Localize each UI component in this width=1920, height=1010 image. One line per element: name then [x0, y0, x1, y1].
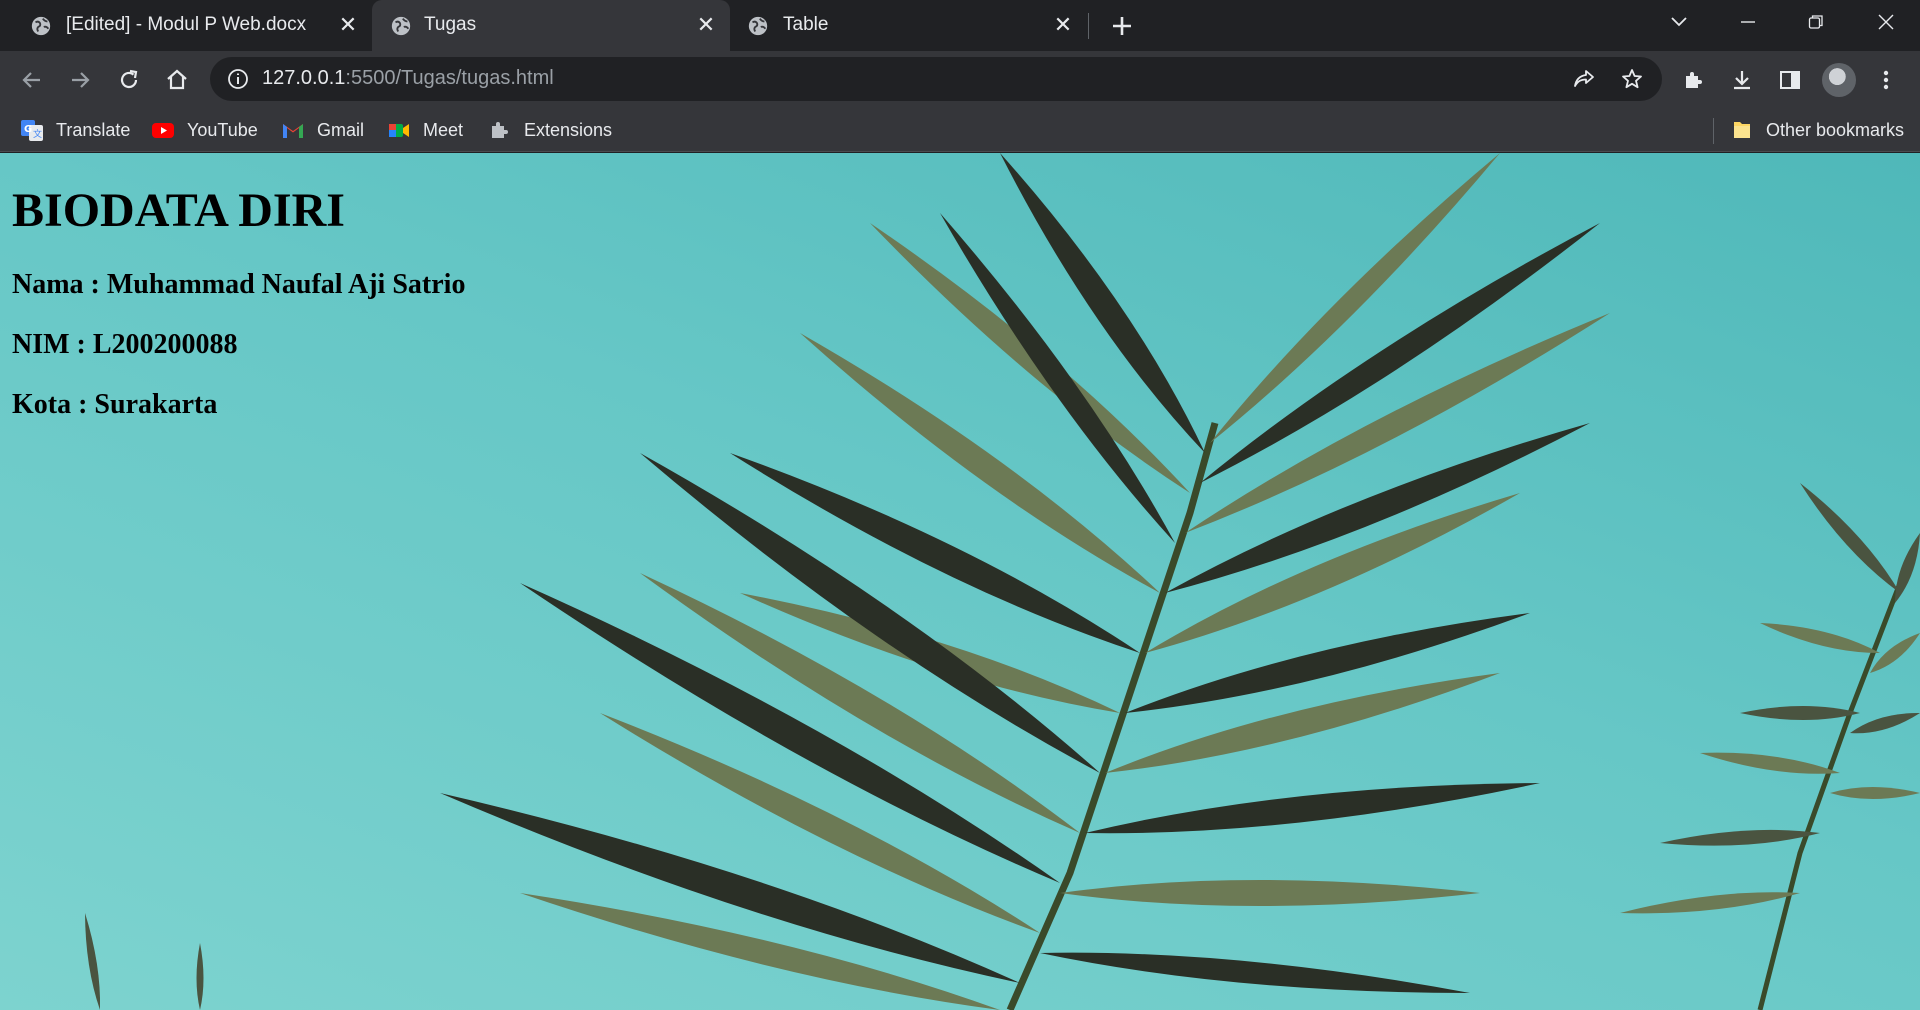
info-icon[interactable] — [226, 67, 250, 91]
close-tab-icon[interactable]: ✕ — [1050, 12, 1076, 38]
kebab-menu-icon — [1883, 70, 1889, 90]
bookmarks-bar: G 文 Translate YouTube Gmail Meet Extensi… — [0, 108, 1920, 152]
menu-button[interactable] — [1869, 63, 1903, 97]
download-icon — [1734, 71, 1750, 90]
minimize-icon — [1741, 21, 1755, 23]
bookmark-meet[interactable]: Meet — [387, 116, 463, 144]
bookmark-translate[interactable]: G 文 Translate — [20, 116, 130, 144]
tab-title: [Edited] - Modul P Web.docx — [66, 14, 307, 35]
nim-text: NIM : L200200088 — [12, 329, 238, 360]
bookmark-youtube[interactable]: YouTube — [151, 116, 258, 144]
new-tab-button[interactable] — [1106, 10, 1138, 42]
page-content: BIODATA DIRI Nama : Muhammad Naufal Aji … — [12, 187, 465, 451]
svg-text:G: G — [24, 124, 32, 135]
chevron-down-icon — [1671, 17, 1687, 27]
share-button[interactable] — [1570, 65, 1598, 93]
restore-button[interactable] — [1788, 0, 1844, 44]
globe-icon — [391, 16, 411, 36]
tab-separator — [1088, 13, 1089, 39]
close-window-button[interactable] — [1858, 0, 1914, 44]
downloads-button[interactable] — [1725, 63, 1759, 97]
restore-icon — [1808, 15, 1823, 29]
plus-icon — [1113, 17, 1131, 35]
tab-table[interactable]: Table ✕ — [732, 0, 1084, 51]
svg-text:文: 文 — [33, 128, 42, 140]
arrow-left-icon — [22, 72, 40, 88]
page-title: BIODATA DIRI — [12, 184, 345, 237]
address-bar[interactable]: 127.0.0.1:5500/Tugas/tugas.html — [210, 57, 1662, 101]
gmail-icon — [281, 118, 305, 142]
bookmark-label: Translate — [56, 119, 131, 140]
tab-title: Tugas — [424, 14, 477, 35]
forward-button[interactable] — [63, 63, 97, 97]
star-icon — [1622, 69, 1642, 89]
kota-text: Kota : Surakarta — [12, 389, 218, 420]
bookmark-label: Gmail — [317, 119, 365, 140]
close-tab-icon[interactable]: ✕ — [693, 12, 719, 38]
bookmark-extensions[interactable]: Extensions — [488, 116, 612, 144]
nama-text: Nama : Muhammad Naufal Aji Satrio — [12, 269, 466, 300]
page-viewport: BIODATA DIRI Nama : Muhammad Naufal Aji … — [0, 153, 1920, 1010]
url-path: :5500/Tugas/tugas.html — [345, 67, 554, 89]
back-button[interactable] — [15, 63, 49, 97]
tab-title: Table — [783, 14, 829, 35]
tab-strip: [Edited] - Modul P Web.docx ✕ Tugas ✕ Ta… — [0, 0, 1920, 51]
arrow-right-icon — [72, 72, 90, 88]
close-tab-icon[interactable]: ✕ — [335, 12, 361, 38]
globe-icon — [748, 16, 768, 36]
browser-toolbar: 127.0.0.1:5500/Tugas/tugas.html — [0, 51, 1920, 108]
bookmark-star-button[interactable] — [1618, 65, 1646, 93]
youtube-icon — [151, 118, 175, 142]
reload-button[interactable] — [112, 63, 146, 97]
url-text[interactable]: 127.0.0.1:5500/Tugas/tugas.html — [262, 67, 554, 90]
bookmark-gmail[interactable]: Gmail — [281, 116, 364, 144]
tab-search-button[interactable] — [1651, 0, 1707, 44]
reload-icon — [120, 69, 138, 89]
bookmark-label: Other bookmarks — [1766, 119, 1905, 140]
share-icon — [1574, 70, 1594, 87]
bookmarks-divider — [1713, 118, 1714, 144]
close-icon — [1878, 14, 1894, 30]
folder-icon — [1730, 118, 1754, 142]
minimize-button[interactable] — [1720, 0, 1776, 44]
profile-avatar[interactable] — [1822, 63, 1856, 97]
puzzle-icon — [1686, 72, 1702, 88]
google-translate-icon: G 文 — [20, 118, 44, 142]
globe-icon — [31, 16, 51, 36]
puzzle-icon — [488, 118, 512, 142]
bookmark-label: Meet — [423, 119, 464, 140]
bookmark-label: YouTube — [187, 119, 258, 140]
extensions-button[interactable] — [1677, 63, 1711, 97]
tab-tugas[interactable]: Tugas ✕ — [372, 0, 730, 51]
other-bookmarks[interactable]: Other bookmarks — [1730, 116, 1904, 144]
google-meet-icon — [387, 118, 411, 142]
bookmark-label: Extensions — [524, 119, 613, 140]
url-host: 127.0.0.1 — [262, 67, 346, 89]
home-icon — [167, 69, 187, 90]
side-panel-button[interactable] — [1773, 63, 1807, 97]
side-panel-icon — [1780, 71, 1800, 89]
home-button[interactable] — [160, 63, 194, 97]
tab-modul-docx[interactable]: [Edited] - Modul P Web.docx ✕ — [0, 0, 370, 51]
